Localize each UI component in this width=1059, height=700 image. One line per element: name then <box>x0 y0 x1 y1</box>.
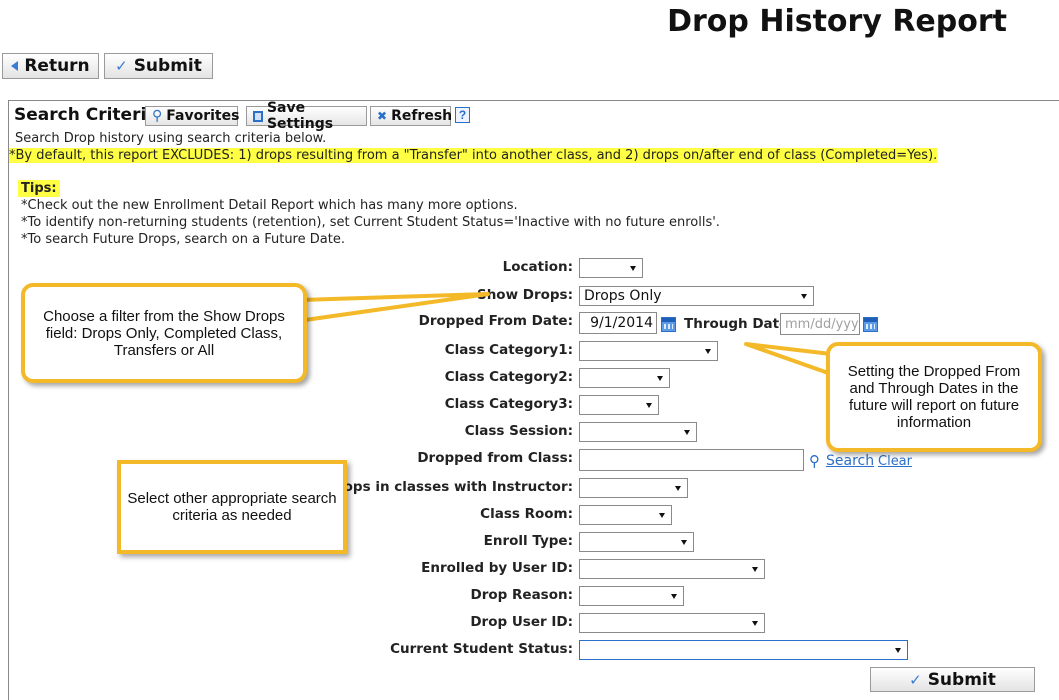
show-drops-callout: Choose a filter from the Show Drops fiel… <box>21 283 307 383</box>
dates-callout: Setting the Dropped From and Through Dat… <box>826 342 1042 452</box>
other-criteria-callout: Select other appropriate search criteria… <box>117 460 347 554</box>
